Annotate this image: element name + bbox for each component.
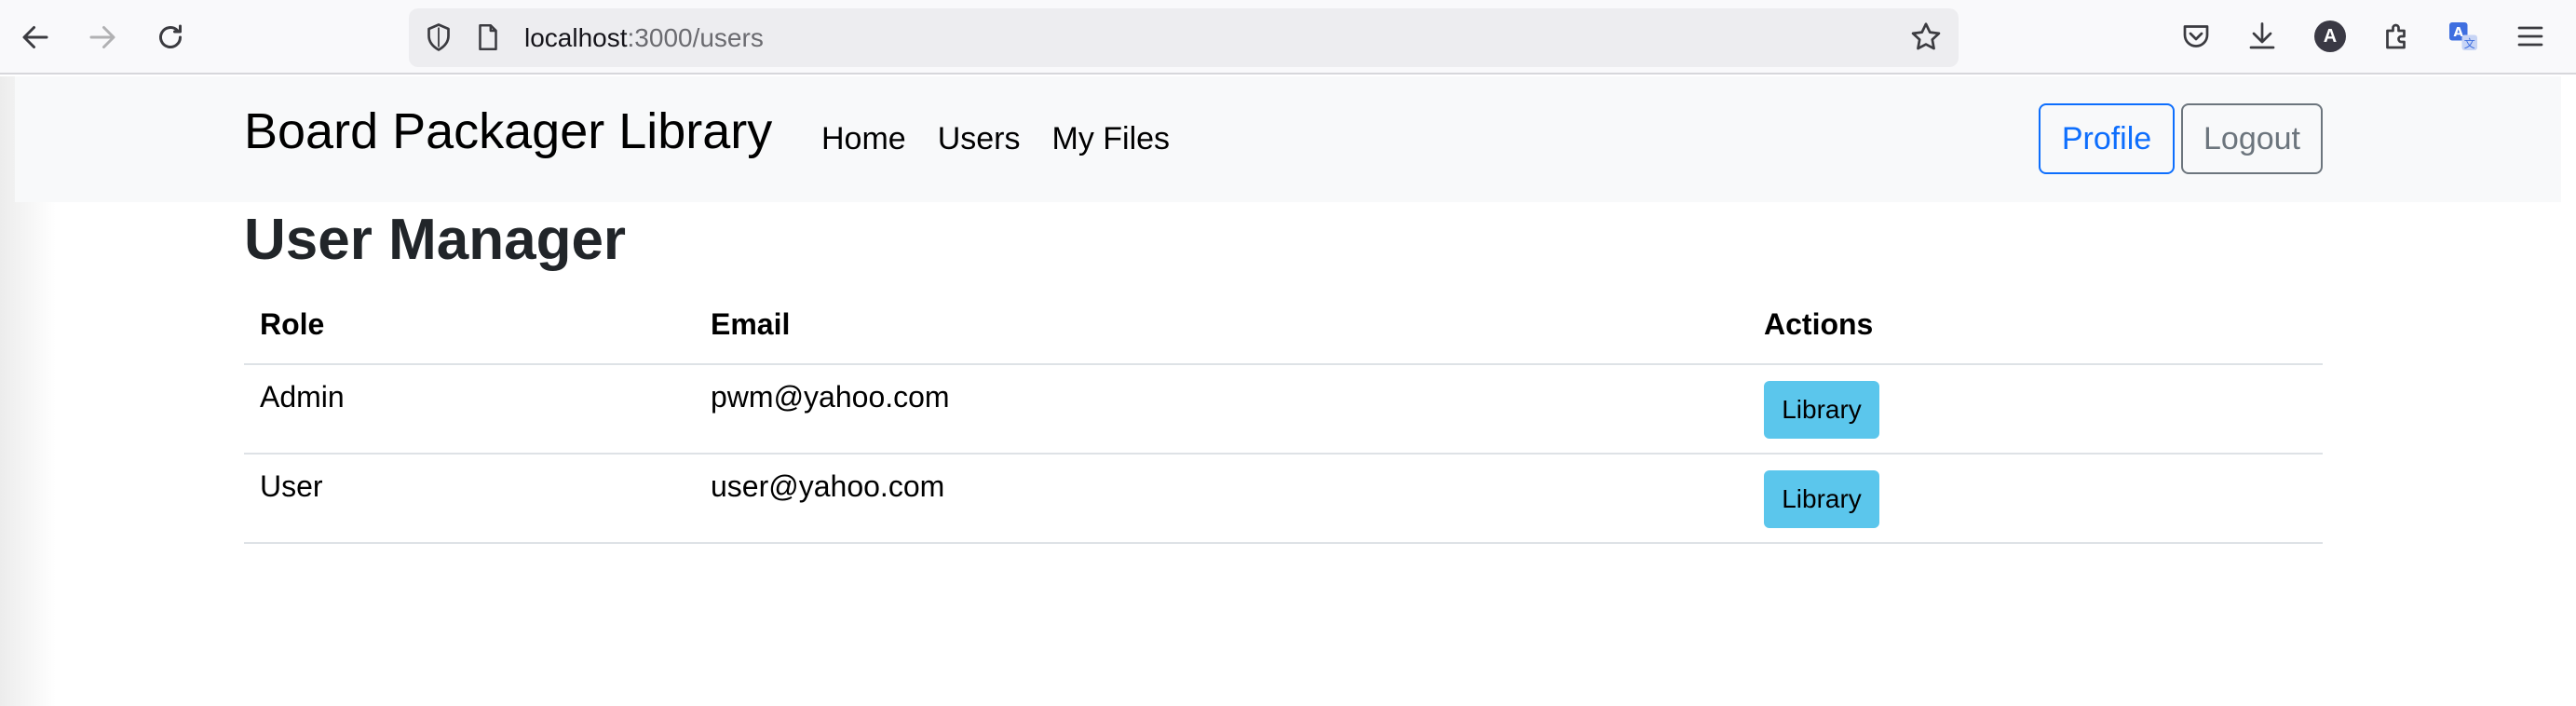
brand-title[interactable]: Board Packager Library xyxy=(244,102,772,160)
nav-link-home[interactable]: Home xyxy=(821,121,906,157)
page-icon[interactable] xyxy=(472,21,504,53)
page-title: User Manager xyxy=(244,208,627,272)
reload-icon xyxy=(159,24,182,48)
back-button[interactable] xyxy=(11,13,60,61)
url-host: localhost xyxy=(524,23,628,52)
table-header-row: Role Email Actions xyxy=(244,292,2323,365)
app-navbar: Board Packager Library Home Users My Fil… xyxy=(15,76,2561,202)
cell-email: pwm@yahoo.com xyxy=(711,380,950,414)
reload-button[interactable] xyxy=(146,13,195,61)
account-button[interactable]: A xyxy=(2311,17,2350,56)
forward-arrow-icon xyxy=(89,26,115,48)
shield-icon[interactable] xyxy=(422,20,455,54)
download-icon xyxy=(2249,22,2275,49)
column-header-email: Email xyxy=(711,307,791,341)
nav-link-users[interactable]: Users xyxy=(938,121,1021,157)
logout-button[interactable]: Logout xyxy=(2181,103,2323,174)
column-header-role: Role xyxy=(260,307,325,341)
bookmark-star-icon[interactable] xyxy=(1908,20,1944,55)
extensions-button[interactable] xyxy=(2378,17,2417,56)
column-header-actions: Actions xyxy=(1764,307,1874,341)
nav-links: Home Users My Files xyxy=(821,121,1201,157)
downloads-button[interactable] xyxy=(2243,17,2282,56)
library-button[interactable]: Library xyxy=(1764,470,1879,528)
puzzle-icon xyxy=(2386,23,2406,49)
table-row: Admin pwm@yahoo.com Library xyxy=(244,365,2323,455)
profile-button[interactable]: Profile xyxy=(2039,103,2175,174)
nav-link-my-files[interactable]: My Files xyxy=(1052,121,1171,157)
hamburger-menu-icon xyxy=(2517,26,2543,47)
url-path: :3000/users xyxy=(627,23,764,52)
forward-button[interactable] xyxy=(78,13,127,61)
cell-email: user@yahoo.com xyxy=(711,469,945,503)
pocket-button[interactable] xyxy=(2176,17,2216,56)
translate-button[interactable]: A文 xyxy=(2444,17,2483,56)
svg-text:文: 文 xyxy=(2464,36,2475,50)
cell-role: User xyxy=(260,469,323,503)
account-avatar: A xyxy=(2314,20,2346,52)
table-row: User user@yahoo.com Library xyxy=(244,455,2323,544)
address-bar[interactable]: localhost:3000/users xyxy=(409,8,1959,67)
browser-toolbar: localhost:3000/users A A文 xyxy=(0,0,2576,75)
url-text[interactable]: localhost:3000/users xyxy=(524,8,764,67)
menu-button[interactable] xyxy=(2511,17,2550,56)
back-arrow-icon xyxy=(22,26,48,48)
library-button[interactable]: Library xyxy=(1764,381,1879,439)
users-table: Role Email Actions Admin pwm@yahoo.com L… xyxy=(244,292,2323,544)
translate-icon: A文 xyxy=(2449,22,2477,50)
pocket-icon xyxy=(2183,25,2209,48)
cell-role: Admin xyxy=(260,380,345,414)
